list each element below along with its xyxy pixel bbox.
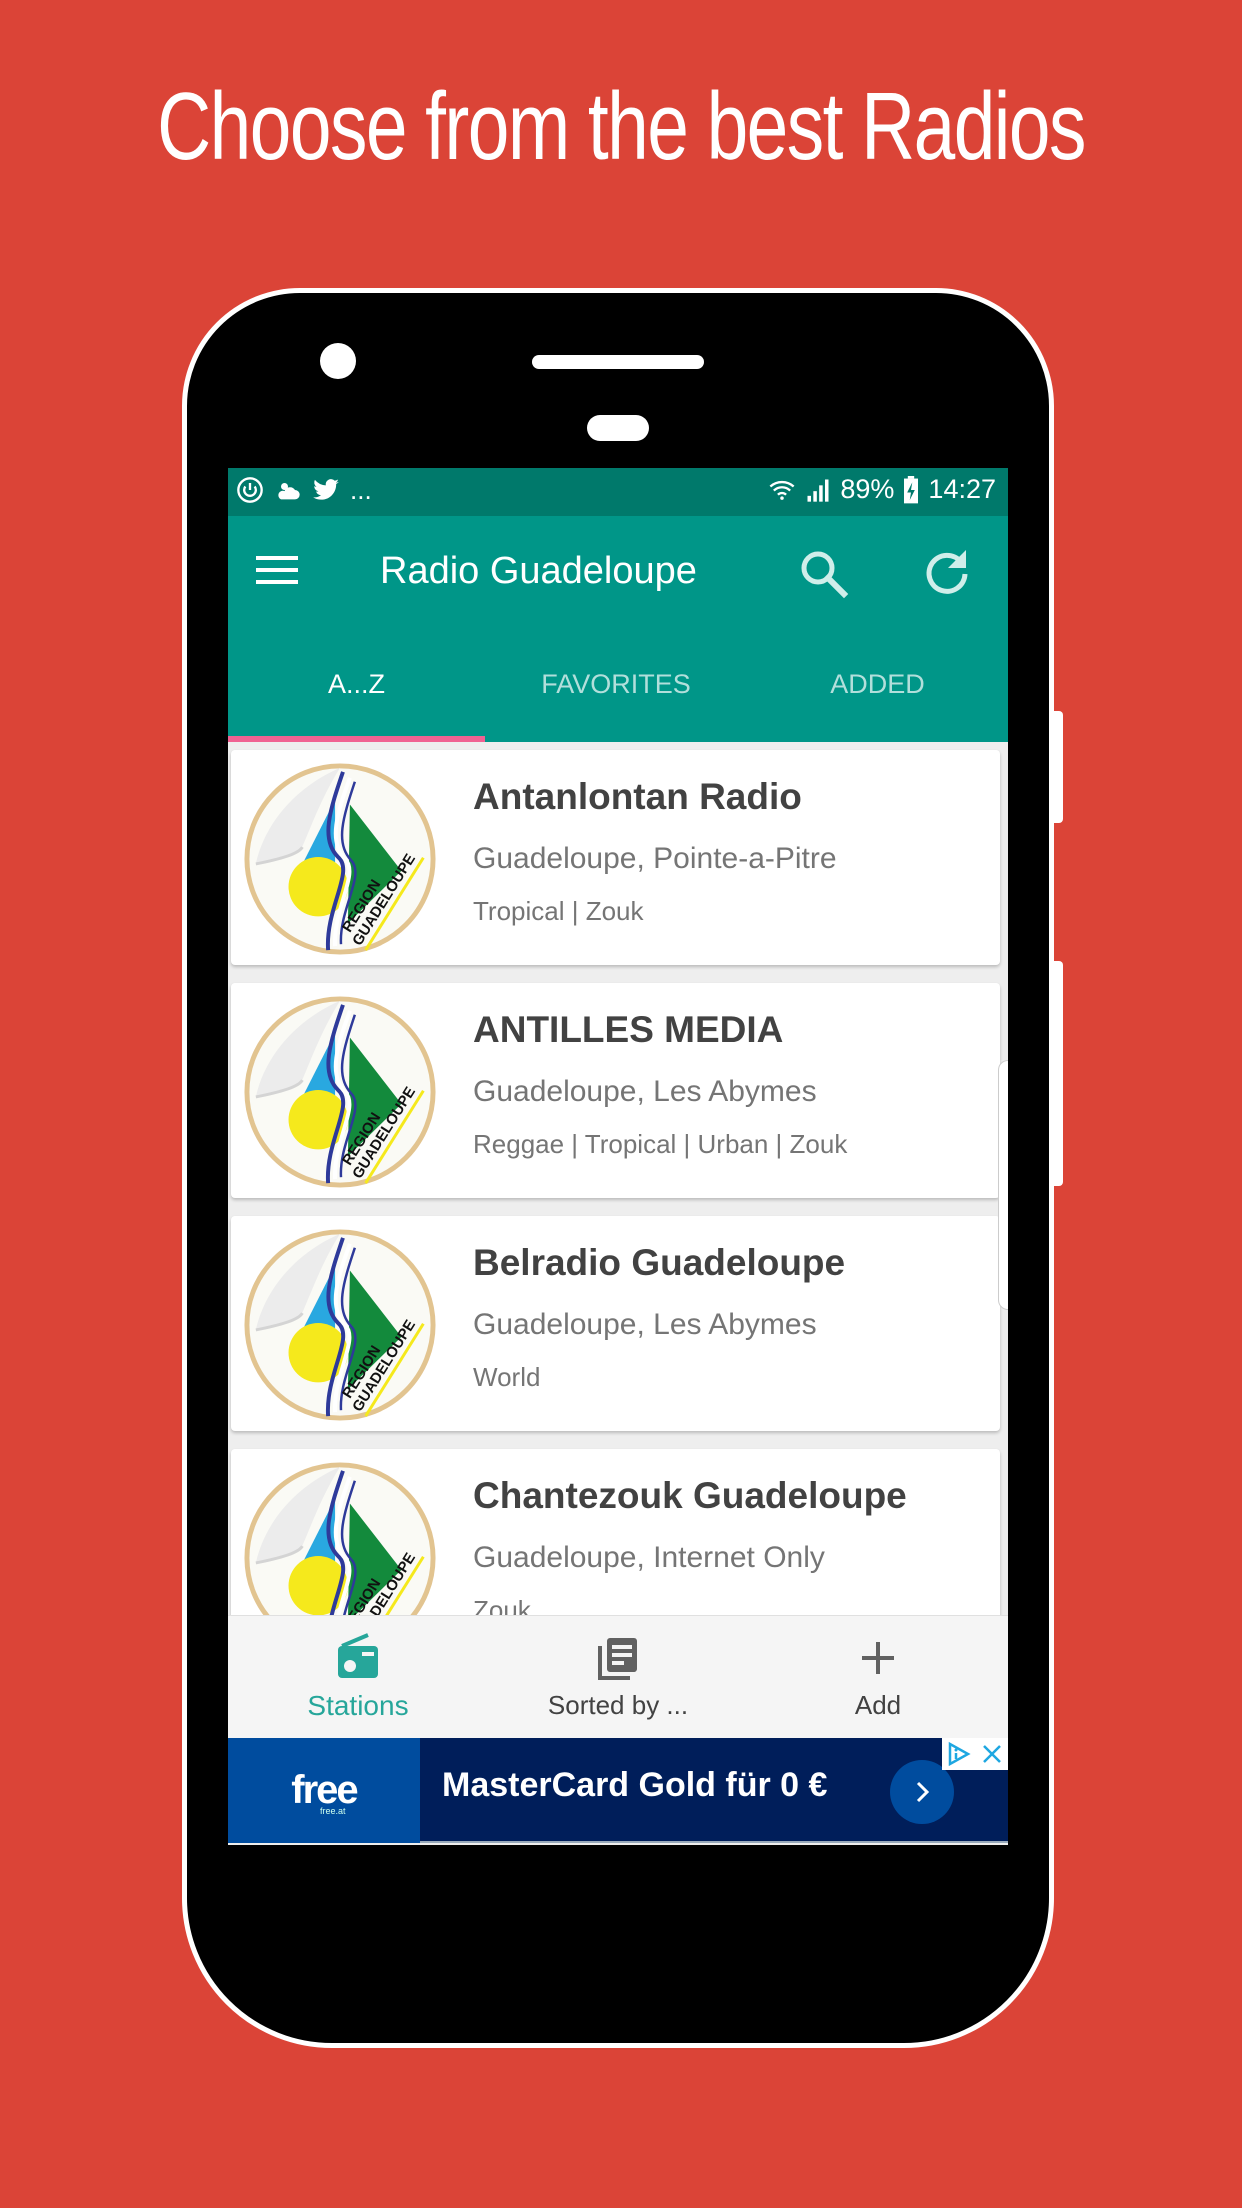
status-bar: ... 89% 14:27 xyxy=(228,468,1008,516)
wifi-icon xyxy=(769,480,795,500)
station-genres: Tropical | Zouk xyxy=(473,896,644,926)
station-name: Antanlontan Radio xyxy=(473,776,802,817)
battery-charging-icon xyxy=(904,475,919,503)
front-camera xyxy=(320,343,356,379)
station-logo: REGION GUADELOUPE xyxy=(241,1226,439,1424)
clock: 14:27 xyxy=(928,474,996,504)
ad-banner[interactable]: free free.at MasterCard Gold für 0 € xyxy=(228,1738,1008,1843)
station-logo: REGION GUADELOUPE xyxy=(241,993,439,1191)
earpiece-speaker xyxy=(532,355,704,369)
ad-brand-logo: free free.at xyxy=(228,1738,420,1843)
search-icon[interactable] xyxy=(796,546,850,600)
weather-icon xyxy=(278,483,300,500)
ad-brand-sub: free.at xyxy=(320,1806,346,1816)
plus-icon xyxy=(862,1642,894,1674)
station-name: Belradio Guadeloupe xyxy=(473,1242,846,1283)
station-card[interactable]: REGION GUADELOUPE Antanlontan Radio Guad… xyxy=(231,750,1000,965)
station-location: Guadeloupe, Les Abymes xyxy=(473,1075,817,1108)
ad-choices[interactable] xyxy=(942,1738,1008,1770)
tab-favorites[interactable]: FAVORITES xyxy=(485,626,747,742)
tab-bar: A...Z FAVORITES ADDED xyxy=(228,626,1008,742)
radio-icon xyxy=(338,1633,378,1678)
bottom-navigation: Stations Sorted by ... Add xyxy=(228,1615,1008,1738)
station-location: Guadeloupe, Les Abymes xyxy=(473,1308,817,1341)
library-books-icon xyxy=(598,1638,637,1680)
menu-icon[interactable] xyxy=(256,552,300,588)
nav-label: Stations xyxy=(307,1690,409,1721)
station-list[interactable]: REGION GUADELOUPE Antanlontan Radio Guad… xyxy=(228,742,1008,1615)
power-button xyxy=(1053,961,1063,1186)
notification-overflow: ... xyxy=(350,475,372,505)
nav-sorted-by[interactable]: Sorted by ... xyxy=(488,1616,748,1738)
station-name: Chantezouk Guadeloupe xyxy=(473,1475,907,1516)
station-location: Guadeloupe, Internet Only xyxy=(473,1541,825,1574)
promo-headline: Choose from the best Radios xyxy=(157,73,1086,180)
station-card[interactable]: REGION GUADELOUPE ANTILLES MEDIA Guadelo… xyxy=(231,983,1000,1198)
adchoices-icon[interactable] xyxy=(946,1741,972,1767)
app-title: Radio Guadeloupe xyxy=(380,550,697,592)
volume-button xyxy=(1053,711,1063,823)
tab-a-z[interactable]: A...Z xyxy=(228,626,485,742)
twitter-icon xyxy=(313,479,339,500)
signal-icon xyxy=(807,479,829,502)
station-genres: World xyxy=(473,1362,541,1392)
station-genres: Reggae | Tropical | Urban | Zouk xyxy=(473,1129,848,1159)
phone-screen: ... 89% 14:27 Radio Guadeloupe A...Z FAV… xyxy=(228,468,1008,1845)
station-location: Guadeloupe, Pointe-a-Pitre xyxy=(473,842,837,875)
station-card[interactable]: REGION GUADELOUPE Chantezouk Guadeloupe … xyxy=(231,1449,1000,1615)
tab-added[interactable]: ADDED xyxy=(747,626,1008,742)
station-card[interactable]: REGION GUADELOUPE Belradio Guadeloupe Gu… xyxy=(231,1216,1000,1431)
app-bar: Radio Guadeloupe xyxy=(228,516,1008,626)
close-icon[interactable] xyxy=(980,1742,1004,1766)
scrollbar-thumb[interactable] xyxy=(998,1060,1008,1310)
battery-percent: 89% xyxy=(840,474,895,504)
station-logo: REGION GUADELOUPE xyxy=(241,760,439,958)
sync-icon xyxy=(237,477,263,503)
nav-stations[interactable]: Stations xyxy=(228,1616,488,1738)
proximity-sensor xyxy=(587,415,649,441)
nav-add[interactable]: Add xyxy=(748,1616,1008,1738)
station-logo: REGION GUADELOUPE xyxy=(241,1459,439,1615)
refresh-icon[interactable] xyxy=(920,546,974,600)
station-name: ANTILLES MEDIA xyxy=(473,1009,784,1050)
chevron-right-icon xyxy=(916,1781,930,1803)
nav-label: Add xyxy=(854,1690,902,1720)
nav-label: Sorted by ... xyxy=(547,1690,689,1720)
ad-text: MasterCard Gold für 0 € xyxy=(442,1766,828,1804)
station-genres: Zouk xyxy=(473,1595,531,1615)
